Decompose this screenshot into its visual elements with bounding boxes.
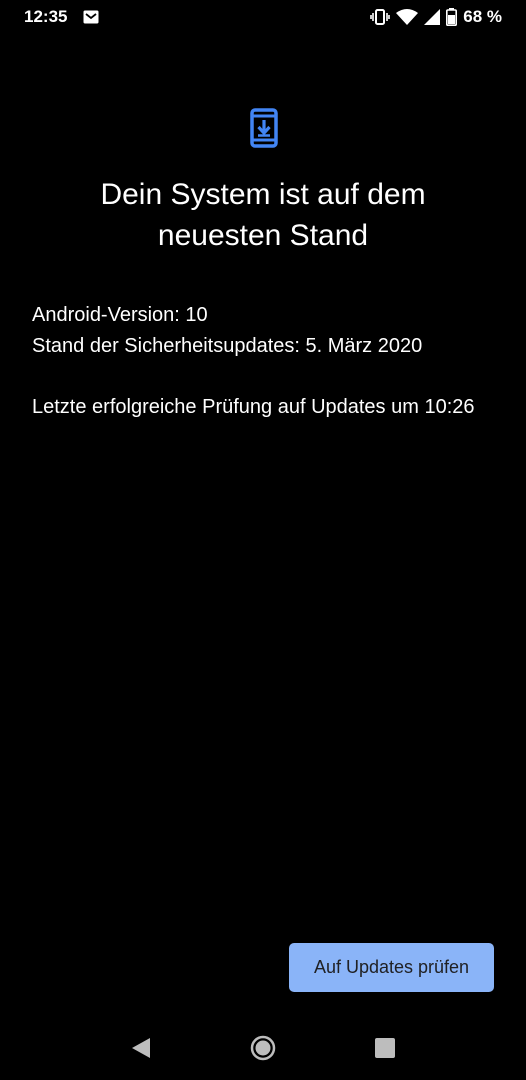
wifi-icon (396, 9, 419, 25)
vibrate-icon (370, 9, 391, 25)
update-info: Android-Version: 10 Stand der Sicherheit… (32, 300, 494, 423)
security-patch-level: Stand der Sicherheitsupdates: 5. März 20… (32, 335, 423, 357)
gmail-icon (83, 10, 99, 24)
status-right: 68 % (370, 7, 502, 27)
check-for-updates-button[interactable]: Auf Updates prüfen (289, 943, 494, 992)
home-icon[interactable] (243, 1028, 283, 1068)
recents-icon[interactable] (365, 1028, 405, 1068)
battery-percent: 68 % (463, 7, 502, 26)
status-left: 12:35 (24, 7, 99, 27)
android-version: Android-Version: 10 (32, 304, 208, 326)
navigation-bar (0, 1016, 526, 1080)
signal-icon (424, 9, 441, 25)
back-icon[interactable] (121, 1028, 161, 1068)
status-time: 12:35 (24, 7, 68, 26)
status-bar: 12:35 68 % (0, 0, 526, 34)
last-check-text: Letzte erfolgreiche Prüfung auf Updates … (32, 396, 475, 418)
page-title: Dein System ist auf dem neuesten Stand (100, 178, 426, 252)
system-update-icon (250, 108, 278, 148)
battery-icon (446, 8, 458, 26)
